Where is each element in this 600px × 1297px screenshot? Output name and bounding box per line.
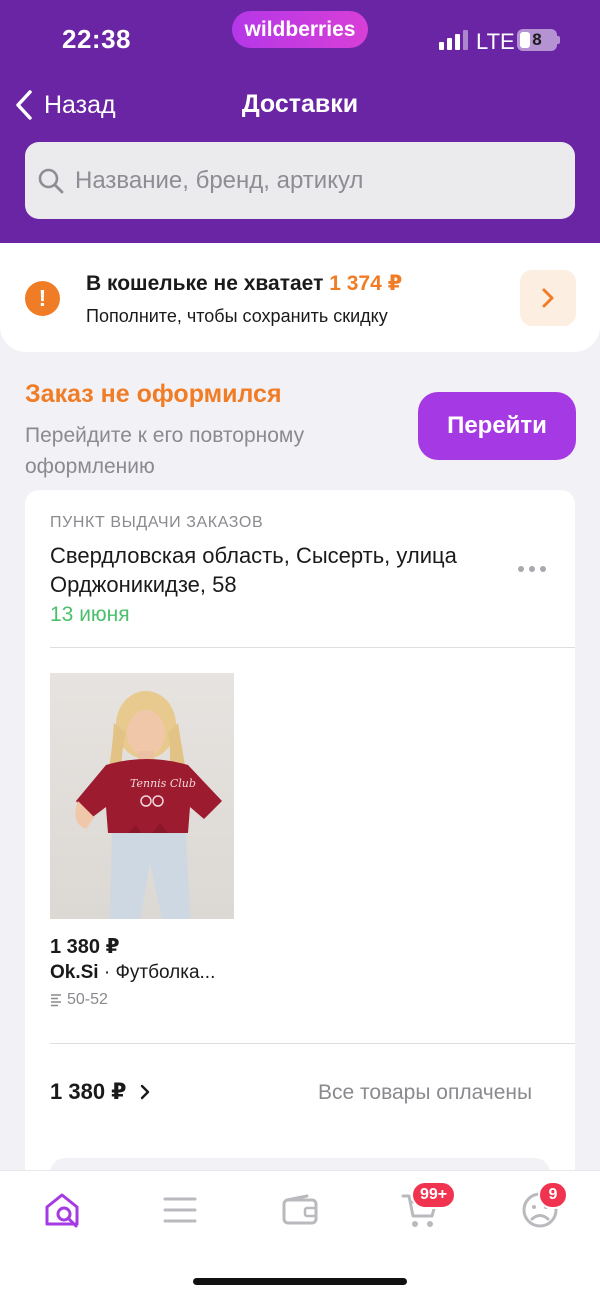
wallet-notice[interactable] (0, 243, 600, 352)
status-time: 22:38 (62, 24, 131, 54)
wallet-subtitle: Пополните, чтобы сохранить скидку (86, 306, 388, 326)
search-input[interactable] (75, 166, 555, 195)
search-bar[interactable] (25, 142, 575, 219)
tab-catalog[interactable] (158, 1188, 202, 1232)
wallet-title-text: В кошельке не хватает (86, 272, 330, 295)
wallet-title: В кошельке не хватает 1 374 ₽ (86, 271, 402, 296)
product-image-print: Tennis Club (130, 777, 196, 790)
order-alert-subtitle: Перейдите к его повторному оформлению (25, 424, 305, 478)
page-title: Доставки (241, 90, 359, 118)
chevron-right-icon (141, 1084, 150, 1100)
home-indicator (193, 1278, 407, 1285)
cart-badge: 99+ (411, 1181, 457, 1209)
order-total-value: 1 380 ₽ (50, 1079, 127, 1104)
signal-icon (439, 30, 468, 50)
product-brand: Ok.Si (50, 962, 99, 983)
search-icon (38, 168, 64, 193)
product-image[interactable]: Tennis Club (50, 673, 234, 919)
brand-logo: wildberries (232, 11, 368, 48)
size-icon (51, 994, 61, 1007)
go-to-order-button[interactable]: Перейти (418, 392, 576, 460)
catalog-icon (163, 1197, 197, 1223)
order-total[interactable]: 1 380 ₽ (50, 1079, 150, 1105)
profile-badge: 9 (538, 1181, 568, 1209)
chevron-right-icon (542, 288, 554, 308)
battery-level: 8 (532, 30, 542, 49)
battery-icon: 8 (517, 29, 557, 51)
tab-home[interactable] (40, 1188, 84, 1232)
wallet-icon (282, 1194, 318, 1225)
product-title: · Футболка... (98, 962, 216, 983)
network-label: LTE (476, 29, 515, 54)
product-size-value: 50-52 (67, 991, 108, 1008)
product-size: 50-52 (49, 991, 108, 1009)
divider (50, 1043, 575, 1044)
order-alert-title: Заказ не оформился (25, 380, 282, 408)
wallet-arrow-button[interactable] (520, 270, 576, 326)
product-name[interactable]: Ok.Si · Футболка... (50, 962, 215, 984)
pickup-point-label: ПУНКТ ВЫДАЧИ ЗАКАЗОВ (50, 514, 264, 531)
delivery-date: 13 июня (50, 603, 130, 626)
divider (50, 647, 575, 648)
tab-wallet[interactable] (278, 1188, 322, 1232)
payment-status: Все товары оплачены (318, 1081, 533, 1104)
product-price: 1 380 ₽ (50, 936, 120, 958)
home-search-icon (45, 1193, 79, 1228)
pickup-address: Свердловская область, Сысерть, улица Орд… (50, 543, 457, 597)
battery-tip (557, 36, 560, 44)
more-options-icon[interactable] (518, 566, 546, 572)
warning-icon: ! (25, 281, 60, 316)
wallet-amount: 1 374 ₽ (329, 272, 403, 295)
